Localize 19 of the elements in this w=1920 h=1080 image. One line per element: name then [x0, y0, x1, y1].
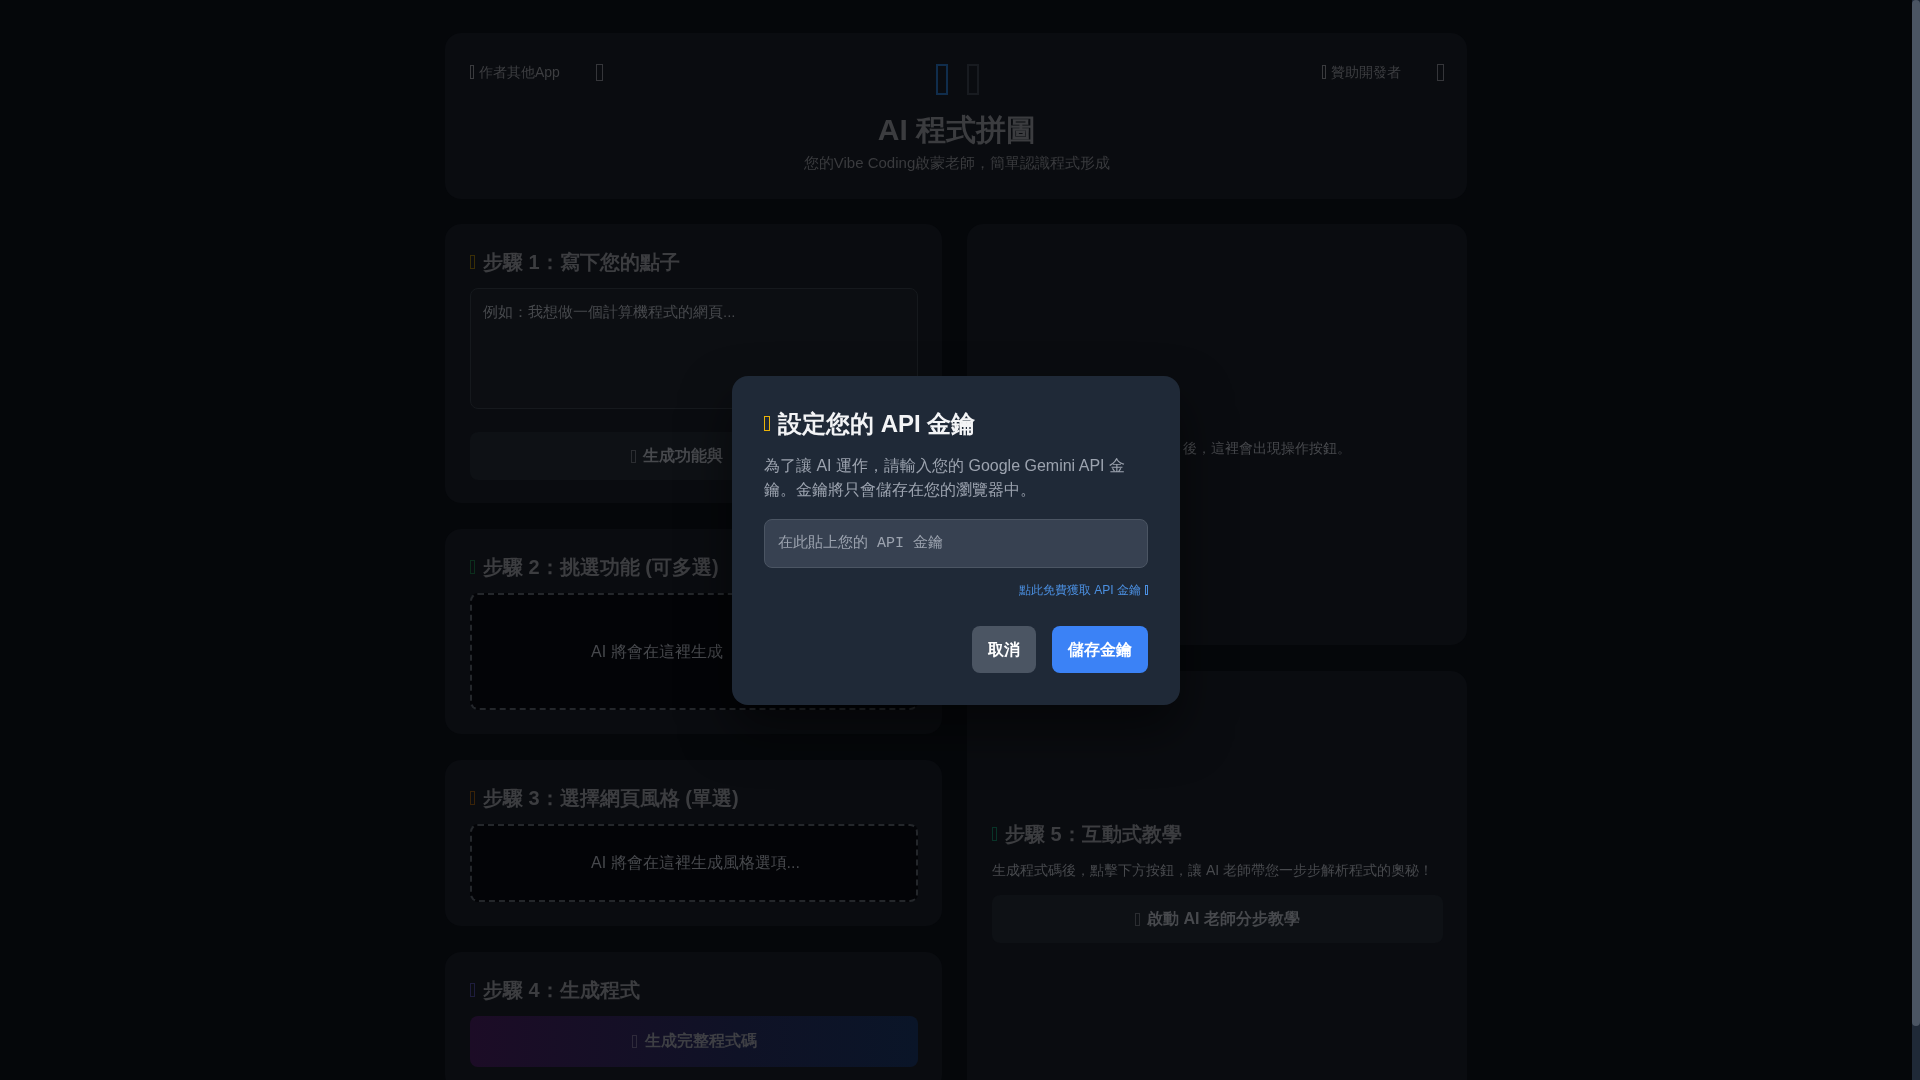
empty-state-text: AI 將會在這裡生成風格選項... [591, 853, 800, 873]
missing-glyph-icon [631, 1035, 637, 1048]
missing-glyph-icon [470, 65, 474, 79]
missing-glyph-icon[interactable] [1437, 63, 1444, 81]
get-api-key-link[interactable]: 點此免費獲取 API 金鑰 [1019, 581, 1148, 598]
api-key-input[interactable]: 在此貼上您的 API 金鑰 [764, 518, 1148, 568]
missing-glyph-icon [1322, 65, 1326, 79]
missing-glyph-icon [935, 64, 948, 95]
missing-glyph-icon [1145, 584, 1148, 595]
missing-glyph-icon [631, 449, 636, 463]
missing-glyph-icon[interactable] [595, 63, 603, 81]
missing-glyph-icon [764, 416, 770, 431]
empty-state-text: AI 將會在這裡生成 [591, 641, 723, 662]
step-description: 生成程式碼後，點擊下方按鈕，讓 AI 老師帶您一步步解析程式的奧秘！ [992, 861, 1434, 880]
missing-glyph-icon [1135, 912, 1141, 926]
cancel-button[interactable]: 取消 [972, 625, 1036, 673]
missing-glyph-icon [992, 827, 997, 841]
start-tutorial-button[interactable]: 啟動 AI 老師分步教學 [992, 895, 1443, 943]
save-key-button[interactable]: 儲存金鑰 [1052, 625, 1148, 673]
